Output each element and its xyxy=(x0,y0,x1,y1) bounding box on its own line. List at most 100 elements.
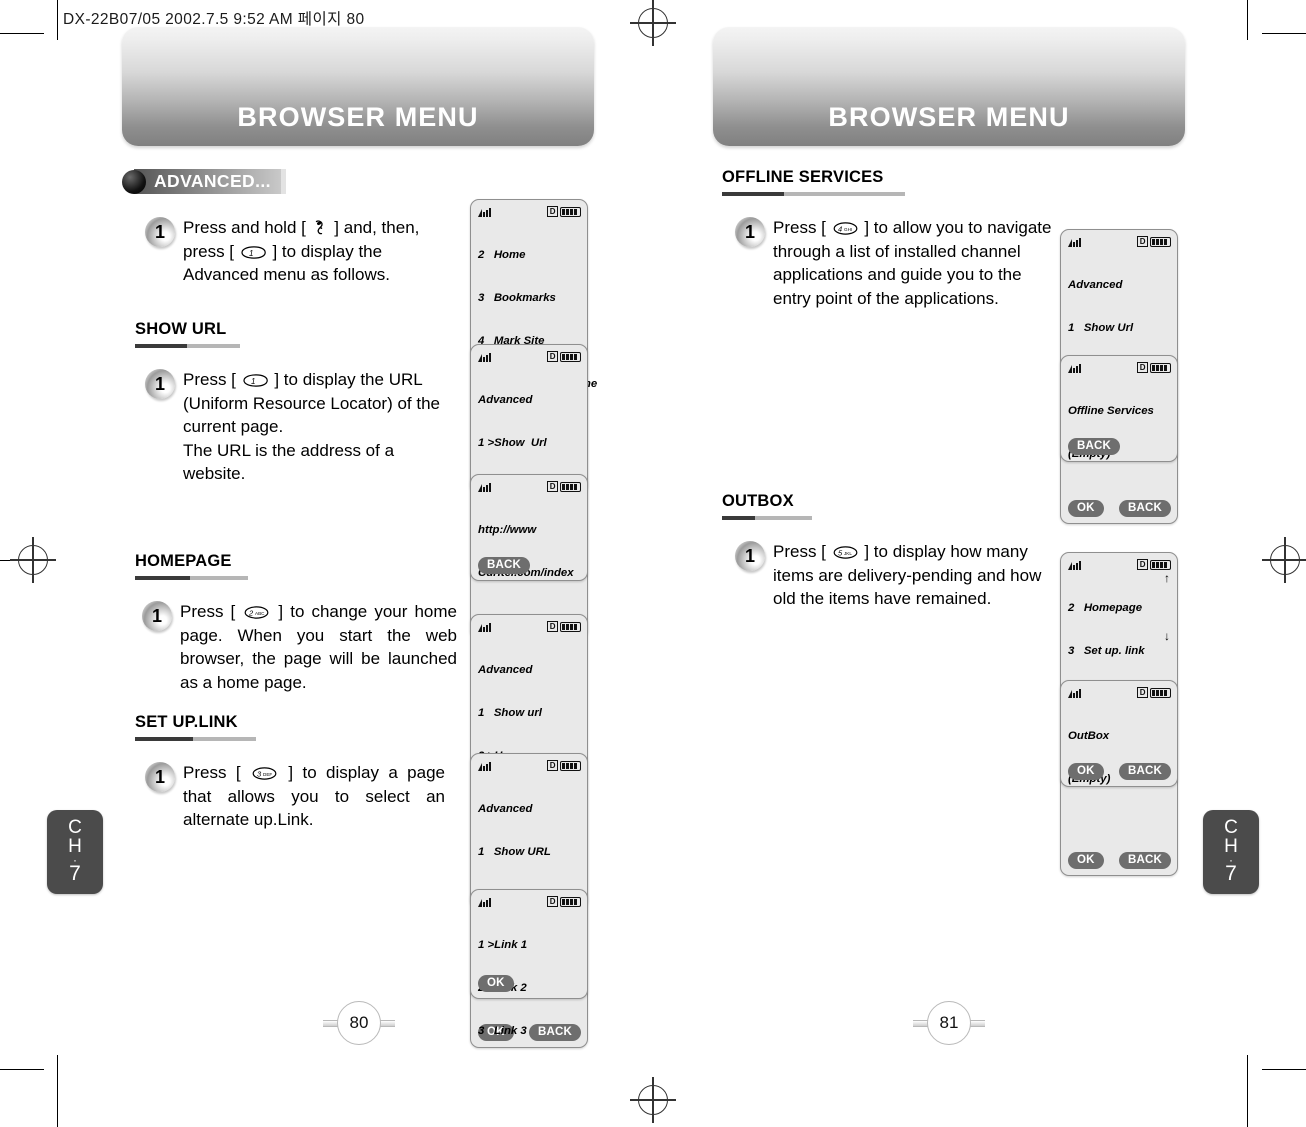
step-number-badge: 1 xyxy=(735,217,767,247)
crop-mark-horizontal-left-top xyxy=(0,33,44,34)
signal-strength-icon xyxy=(478,351,493,362)
battery-icon xyxy=(1150,236,1171,247)
svg-text:GHI: GHI xyxy=(844,227,852,232)
lcd-status-right: D xyxy=(547,621,581,632)
lcd-status-bar: D xyxy=(478,620,581,633)
lcd-softkey-bar: OK xyxy=(478,973,581,992)
step-outbox: 1 Press [ 5 JKL ] to display how many ite… xyxy=(735,540,1057,611)
chapter-tab-left: C H · 7 xyxy=(47,810,103,894)
lcd-status-right: D xyxy=(547,760,581,771)
crop-mark-horizontal-right-bottom xyxy=(1262,1069,1306,1070)
left-page-banner-title: BROWSER MENU xyxy=(237,102,479,132)
lcd-line: 2 Home xyxy=(478,248,526,261)
lcd-status-bar: D xyxy=(478,205,581,218)
step-outbox-text-part1: Press [ xyxy=(773,542,831,561)
key-5-icon: 5 JKL xyxy=(832,545,859,560)
step-number-label: 1 xyxy=(744,222,755,242)
softkey-back[interactable]: BACK xyxy=(478,557,531,574)
svg-text:4: 4 xyxy=(838,225,842,234)
page-number-left: 80 xyxy=(323,1001,395,1045)
registration-mark-bottom xyxy=(630,1077,676,1123)
registration-mark-top xyxy=(630,0,676,46)
data-mode-icon: D xyxy=(547,351,558,362)
step-outbox-text: Press [ 5 JKL ] to display how many items… xyxy=(773,540,1057,611)
step-advanced-text: Press and hold [ ] and, then, press [ 1 … xyxy=(183,216,435,287)
lcd-softkey-bar: BACK xyxy=(478,555,581,574)
heading-show-url-label: SHOW URL xyxy=(135,320,227,338)
step-advanced: 1 Press and hold [ ] and, then, press [ … xyxy=(145,216,435,287)
data-mode-icon: D xyxy=(1137,687,1148,698)
lcd-softkey-bar: OK BACK xyxy=(1068,761,1171,780)
crop-mark-horizontal-right-top xyxy=(1262,33,1306,34)
step-offline-services: 1 Press [ 4 GHI ] to allow you to navigat… xyxy=(735,216,1055,310)
lcd-status-bar: D xyxy=(1068,235,1171,248)
crop-mark-vertical-right xyxy=(1247,0,1248,40)
svg-text:DEF: DEF xyxy=(263,772,272,777)
lcd-status-bar: D xyxy=(1068,558,1171,571)
scan-header-text: DX-22B07/05 2002.7.5 9:52 AM 페이지 80 xyxy=(63,11,365,28)
heading-set-up-link: SET UP.LINK xyxy=(135,713,256,741)
step-offline-services-text: Press [ 4 GHI ] to allow you to navigate … xyxy=(773,216,1055,310)
page-number-label: 81 xyxy=(927,1001,971,1045)
softkey-back[interactable]: BACK xyxy=(1118,851,1171,869)
lcd-status-right: D xyxy=(547,481,581,492)
softkey-back[interactable]: BACK xyxy=(1118,499,1171,517)
right-page-banner: BROWSER MENU xyxy=(713,27,1185,146)
lcd-softkey-bar: OK BACK xyxy=(1068,498,1171,517)
step-number-label: 1 xyxy=(151,606,162,626)
data-mode-icon: D xyxy=(547,621,558,632)
step-number-badge: 1 xyxy=(145,762,177,792)
svg-text:2: 2 xyxy=(248,609,254,618)
heading-show-url-rule xyxy=(135,344,240,348)
advanced-header-cap xyxy=(280,169,286,194)
rule-light-segment xyxy=(193,737,256,741)
screen-link-list: D 1 >Link 1 2 Link 2 3 Link 3 OK xyxy=(470,889,588,1037)
left-page-banner: BROWSER MENU xyxy=(122,27,594,146)
lcd-line: 1 Show url xyxy=(478,707,542,720)
step-number-label: 1 xyxy=(154,374,165,394)
softkey-ok[interactable]: OK xyxy=(1068,499,1104,517)
heading-offline-services-label: OFFLINE SERVICES xyxy=(722,168,884,186)
signal-strength-icon xyxy=(1068,687,1083,698)
rule-light-segment xyxy=(187,344,240,348)
lcd-status-right: D xyxy=(547,896,581,907)
data-mode-icon: D xyxy=(1137,559,1148,570)
lcd-line: OutBox xyxy=(1068,729,1110,742)
heading-homepage-rule xyxy=(135,576,248,580)
lcd-line: 1 >Show Url xyxy=(478,437,547,450)
lcd-content: Offline Services (Empty) xyxy=(1068,375,1171,490)
rule-dark-segment xyxy=(722,516,755,520)
battery-icon xyxy=(560,760,581,771)
softkey-back[interactable]: BACK xyxy=(1118,763,1171,780)
lcd-line: 1 >Link 1 xyxy=(478,938,528,951)
lcd-line: 3 Link 3 xyxy=(478,1025,527,1038)
lcd-line: 2 Homepage xyxy=(1068,601,1143,614)
lcd-softkey-bar: BACK xyxy=(1068,436,1171,455)
softkey-ok[interactable]: OK xyxy=(1068,851,1104,869)
lcd-status-bar: D xyxy=(1068,686,1171,699)
lcd-content: http://www Curitel.com/index xyxy=(478,494,581,609)
softkey-back[interactable]: BACK xyxy=(1068,438,1121,455)
battery-icon xyxy=(1150,687,1171,698)
lcd-line: 1 Show URL xyxy=(478,846,551,859)
lcd-status-right: D xyxy=(1137,559,1171,570)
step-offline-services-text-part1: Press [ xyxy=(773,218,831,237)
softkey-ok[interactable]: OK xyxy=(478,975,514,992)
step-number-badge: 1 xyxy=(145,369,177,399)
rule-dark-segment xyxy=(135,576,190,580)
chapter-tab-number: 7 xyxy=(1225,862,1237,885)
step-show-url-text-part1: Press [ xyxy=(183,370,241,389)
data-mode-icon: D xyxy=(1137,236,1148,247)
lcd-softkey-bar: OK BACK xyxy=(1068,850,1171,869)
advanced-section-header: ADVANCED... xyxy=(122,169,286,194)
data-mode-icon: D xyxy=(547,481,558,492)
battery-icon xyxy=(1150,559,1171,570)
lcd-line: Offline Services xyxy=(1068,404,1154,417)
step-homepage: 1 Press [ 2 ABC ] to change your home pag… xyxy=(142,600,457,694)
battery-icon xyxy=(560,481,581,492)
rule-dark-segment xyxy=(135,344,187,348)
rule-light-segment xyxy=(190,576,248,580)
lcd-line: 3 Bookmarks xyxy=(478,292,556,305)
advanced-header-label: ADVANCED... xyxy=(154,171,271,191)
softkey-ok[interactable]: OK xyxy=(1068,763,1104,780)
